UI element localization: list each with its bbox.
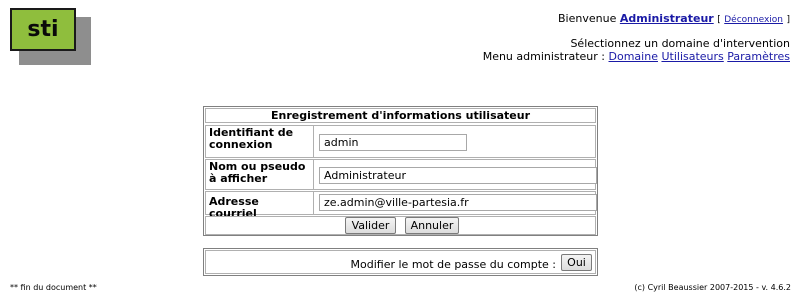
admin-menu: Menu administrateur : Domaine Utilisateu… bbox=[483, 50, 790, 63]
menu-utilisateurs-link[interactable]: Utilisateurs bbox=[661, 50, 723, 63]
footer-copyright: (c) Cyril Beaussier 2007-2015 - v. 4.6.2 bbox=[634, 283, 791, 292]
password-box: Modifier le mot de passe du compte : Oui bbox=[203, 248, 598, 276]
menu-parametres-link[interactable]: Paramètres bbox=[727, 50, 790, 63]
current-user-link[interactable]: Administrateur bbox=[620, 12, 714, 25]
footer-end-text: ** fin du document ** bbox=[10, 283, 97, 292]
user-form: Enregistrement d'informations utilisateu… bbox=[203, 106, 598, 236]
display-name-label: Nom ou pseudo à afficher bbox=[206, 160, 314, 189]
login-label: Identifiant de connexion bbox=[206, 126, 314, 157]
logout-link[interactable]: Déconnexion bbox=[724, 15, 783, 25]
password-ok-button[interactable]: Oui bbox=[561, 254, 592, 271]
menu-domaine-link[interactable]: Domaine bbox=[609, 50, 658, 63]
admin-menu-label: Menu administrateur : bbox=[482, 50, 606, 63]
welcome-line: Bienvenue Administrateur [ Déconnexion ] bbox=[558, 12, 790, 25]
sti-logo[interactable]: sti bbox=[10, 8, 76, 51]
cancel-button[interactable]: Annuler bbox=[405, 217, 459, 234]
login-input[interactable] bbox=[319, 134, 467, 151]
select-domain-text: Sélectionnez un domaine d'intervention bbox=[570, 37, 790, 50]
form-buttons-row: Valider Annuler bbox=[205, 216, 596, 235]
bracket-open: [ bbox=[717, 15, 721, 25]
display-name-row: Nom ou pseudo à afficher bbox=[205, 159, 597, 190]
form-title: Enregistrement d'informations utilisateu… bbox=[205, 108, 596, 123]
welcome-text: Bienvenue bbox=[558, 12, 617, 25]
email-row: Adresse courriel bbox=[205, 191, 597, 220]
login-row: Identifiant de connexion bbox=[205, 125, 596, 158]
email-label: Adresse courriel bbox=[206, 192, 314, 220]
bracket-close: ] bbox=[786, 15, 790, 25]
password-label: Modifier le mot de passe du compte : bbox=[350, 258, 556, 271]
validate-button[interactable]: Valider bbox=[345, 217, 396, 234]
display-name-input[interactable] bbox=[319, 167, 597, 184]
email-input[interactable] bbox=[319, 194, 597, 211]
